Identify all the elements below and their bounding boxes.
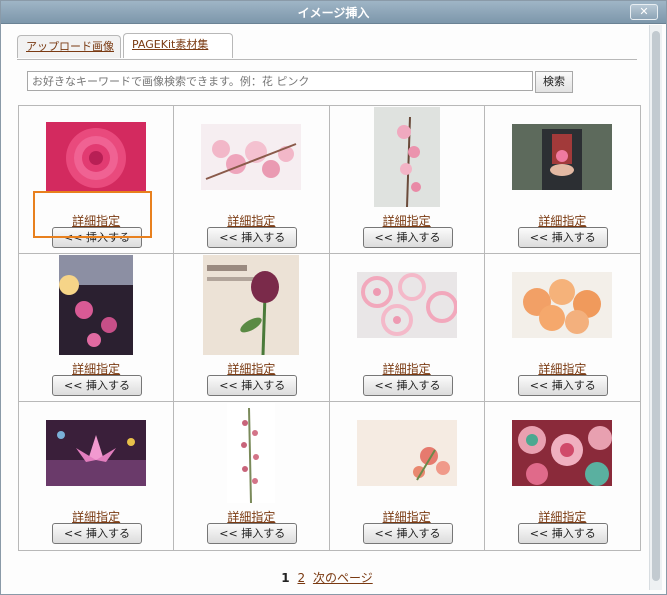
tab-uploaded-images[interactable]: アップロード画像 [17,35,121,58]
floral-card-thumbnail[interactable] [356,420,457,486]
search-button[interactable]: 検索 [535,71,573,93]
scrollbar-thumb[interactable] [652,31,660,581]
page-2-link[interactable]: 2 [297,571,305,585]
insert-button[interactable]: << 挿入する [362,227,453,248]
orange-roses-thumbnail[interactable] [512,272,613,338]
grid-cell: 詳細指定 << 挿入する [174,254,330,402]
grid-cell: 詳細指定 << 挿入する [174,402,330,550]
image-grid: 詳細指定 << 挿入する 詳細指定 << 挿入する 詳細指定 << 挿入する 詳… [18,105,641,551]
vertical-scrollbar[interactable] [649,25,662,590]
grid-cell: 詳細指定 << 挿入する [485,402,640,550]
tab-divider [17,59,637,60]
search-input[interactable] [27,71,533,91]
dialog-content: アップロード画像 PAGEKit素材集 検索 詳細指定 << 挿入 [7,25,647,590]
insert-button[interactable]: << 挿入する [362,375,453,396]
heather-sprig-thumbnail[interactable] [227,403,276,503]
grid-cell: 詳細指定 << 挿入する [19,402,175,550]
insert-button[interactable]: << 挿入する [52,375,142,396]
person-holding-flower-thumbnail[interactable] [512,124,613,190]
tulip-vintage-poster-thumbnail[interactable] [203,255,300,355]
title-bar: イメージ挿入 ✕ [1,1,666,24]
grid-cell: 詳細指定 << 挿入する [329,254,485,402]
insert-button[interactable]: << 挿入する [517,523,608,544]
insert-button[interactable]: << 挿入する [207,523,298,544]
cherry-blossom-branch-thumbnail[interactable] [373,107,440,207]
tab-pagekit-materials[interactable]: PAGEKit素材集 [123,33,233,58]
insert-button[interactable]: << 挿入する [207,375,298,396]
current-page: 1 [281,571,290,585]
cherry-blossoms-thumbnail[interactable] [201,124,302,190]
insert-button[interactable]: << 挿入する [207,227,298,248]
pink-kaleidoscope-pattern-thumbnail[interactable] [512,420,613,486]
dialog-title: イメージ挿入 [297,6,370,20]
grid-cell: 詳細指定 << 挿入する [174,106,330,254]
next-page-link[interactable]: 次のページ [313,571,373,585]
image-insert-dialog: イメージ挿入 ✕ アップロード画像 PAGEKit素材集 検索 [0,0,667,595]
grid-cell: 詳細指定 << 挿入する [484,106,640,254]
grid-cell: 詳細指定 << 挿入する [329,106,485,254]
close-button[interactable]: ✕ [630,4,658,20]
pagination: 1 2 次のページ [7,569,647,586]
insert-button[interactable]: << 挿入する [517,375,608,396]
grid-cell: 詳細指定 << 挿入する [330,402,485,550]
pink-circle-pattern-thumbnail[interactable] [356,272,457,338]
cosmos-sunset-thumbnail[interactable] [59,255,134,355]
insert-button[interactable]: << 挿入する [52,523,142,544]
grid-cell: 詳細指定 << 挿入する [484,254,640,402]
insert-button[interactable]: << 挿入する [517,227,608,248]
grid-cell: 詳細指定 << 挿入する [19,254,175,402]
lotus-butterflies-thumbnail[interactable] [46,420,147,486]
pink-rose-thumbnail[interactable] [46,122,147,192]
insert-button[interactable]: << 挿入する [362,523,453,544]
selection-highlight [33,191,152,238]
